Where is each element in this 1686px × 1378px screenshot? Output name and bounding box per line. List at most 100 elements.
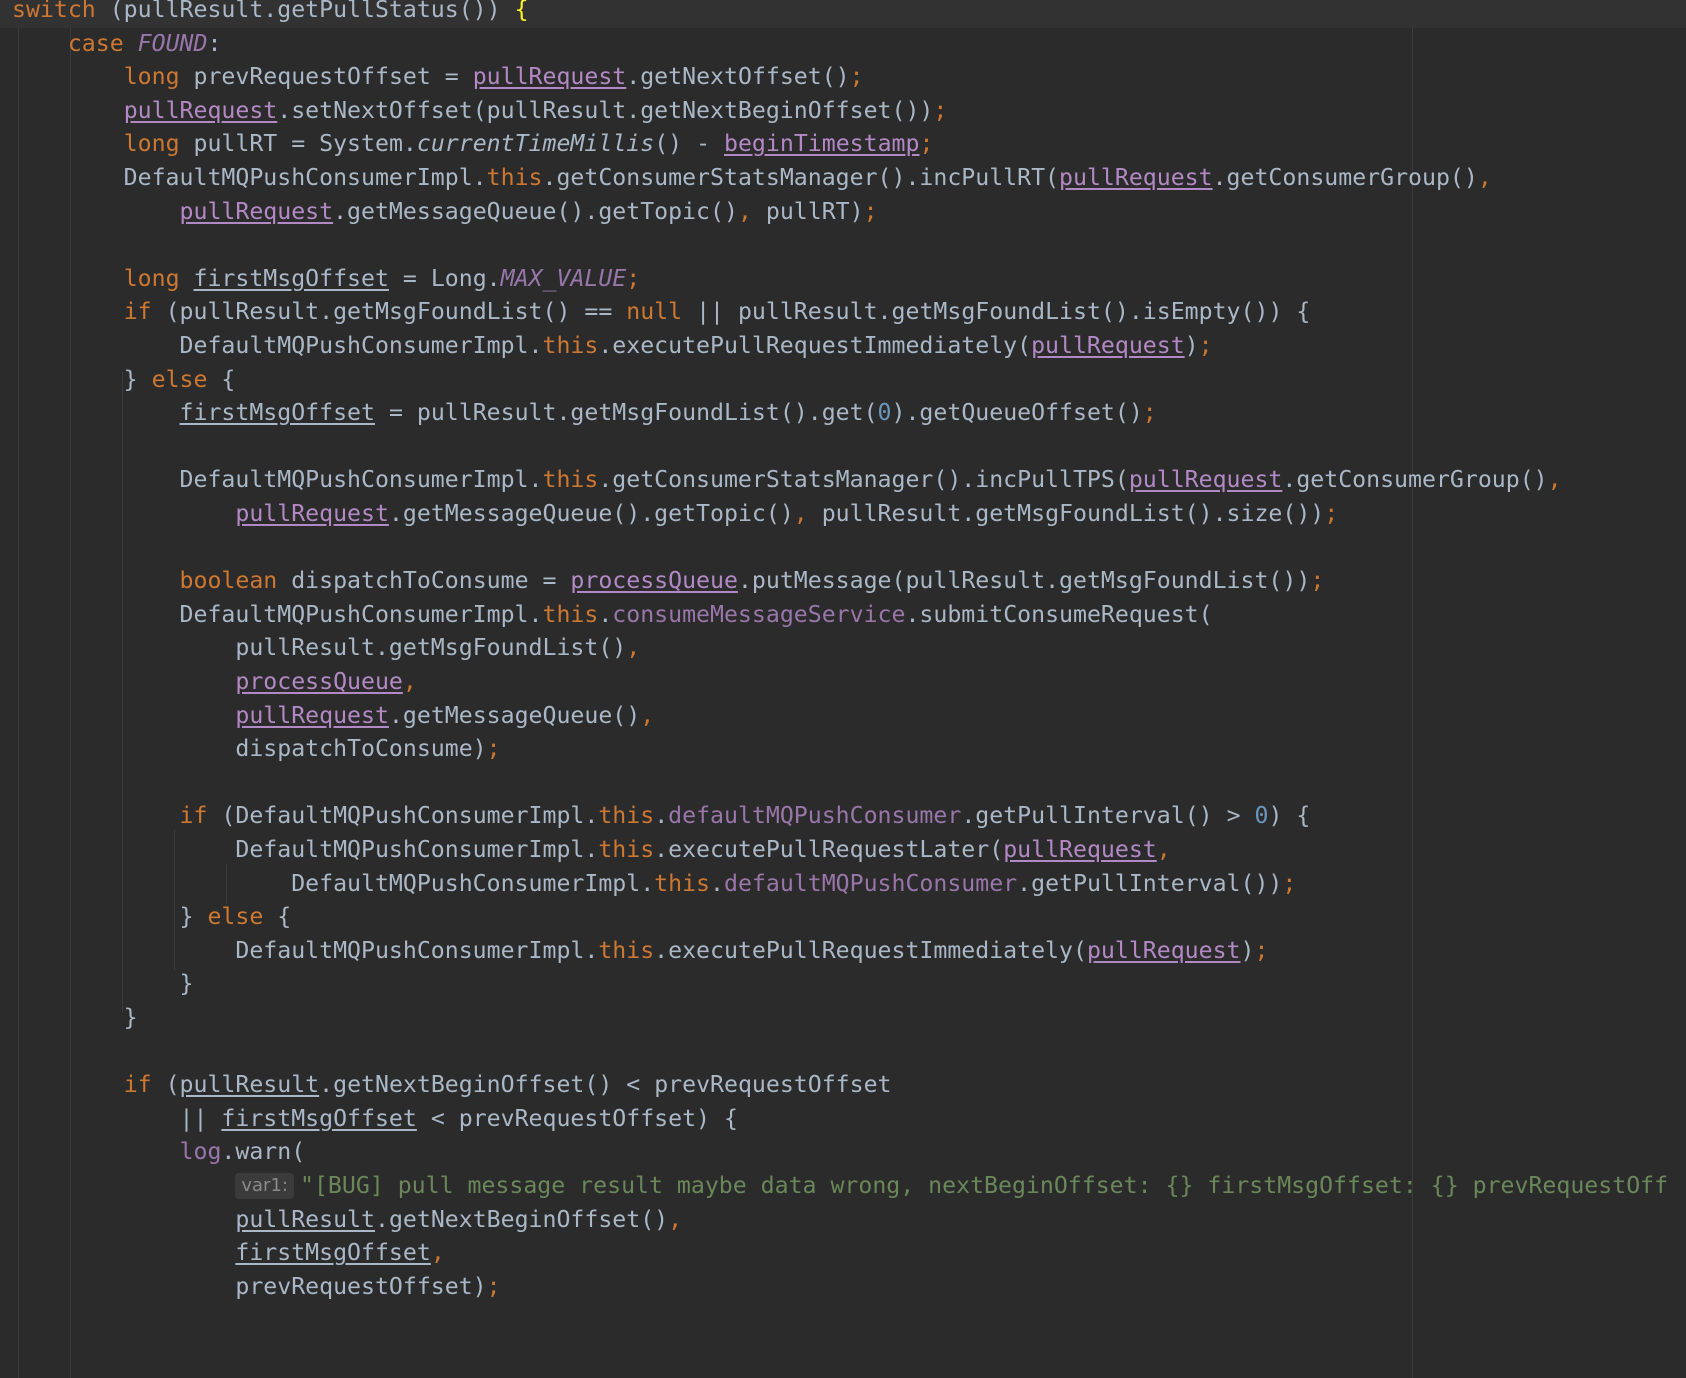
- code-token: firstMsgOffset: [235, 1239, 431, 1267]
- code-editor[interactable]: switch (pullResult.getPullStatus()) { ca…: [0, 0, 1686, 1378]
- code-line[interactable]: pullResult.getMsgFoundList(),: [12, 630, 640, 666]
- code-token: DefaultMQPushConsumerImpl.: [12, 164, 487, 191]
- code-line[interactable]: if (pullResult.getMsgFoundList() == null…: [12, 294, 1311, 330]
- code-line[interactable]: if (DefaultMQPushConsumerImpl.this.defau…: [12, 798, 1311, 834]
- code-line[interactable]: long firstMsgOffset = Long.MAX_VALUE;: [12, 261, 641, 297]
- code-token: ,: [793, 500, 822, 527]
- code-token: :: [207, 29, 222, 57]
- code-token: .getMessageQueue().getTopic(): [333, 197, 738, 225]
- code-token: ,: [626, 634, 641, 662]
- code-token: ).getQueueOffset(): [891, 399, 1143, 427]
- code-line[interactable]: } else {: [12, 899, 292, 935]
- code-line[interactable]: boolean dispatchToConsume = processQueue…: [12, 563, 1325, 599]
- code-token: .setNextOffset(pullResult.getNextBeginOf…: [277, 96, 934, 124]
- code-line[interactable]: DefaultMQPushConsumerImpl.this.getConsum…: [12, 462, 1562, 498]
- code-token: 0: [877, 399, 892, 427]
- code-token: .executePullRequestImmediately(: [654, 936, 1087, 964]
- code-token: () -: [654, 130, 725, 158]
- code-token: = pullResult.getMsgFoundList().get(: [374, 399, 878, 427]
- code-token: this: [486, 164, 543, 191]
- code-token: }: [12, 1004, 138, 1031]
- code-token: long: [123, 264, 194, 292]
- code-token: ,: [737, 197, 766, 225]
- code-token: DefaultMQPushConsumerImpl.: [12, 600, 543, 628]
- code-line[interactable]: pullRequest.getMessageQueue().getTopic()…: [12, 194, 878, 230]
- code-token: pullRequest: [1059, 164, 1213, 191]
- code-token: ,: [640, 701, 655, 729]
- code-line[interactable]: } else {: [12, 362, 236, 398]
- code-token: pullResult.getMsgFoundList().size()): [821, 500, 1325, 527]
- code-line[interactable]: DefaultMQPushConsumerImpl.this.consumeMe…: [12, 597, 1213, 633]
- code-line[interactable]: dispatchToConsume);: [12, 731, 500, 767]
- code-token: MAX_VALUE: [500, 264, 627, 292]
- code-line[interactable]: switch (pullResult.getPullStatus()) {: [0, 0, 1686, 28]
- code-token: .getConsumerGroup(): [1212, 164, 1478, 191]
- code-token: ,: [668, 1205, 683, 1233]
- code-token: long: [123, 130, 194, 158]
- code-token: ;: [626, 264, 641, 292]
- code-token: ;: [863, 197, 878, 225]
- code-token: = Long.: [388, 264, 501, 292]
- code-line[interactable]: DefaultMQPushConsumerImpl.this.defaultMQ…: [12, 866, 1296, 902]
- code-line[interactable]: long prevRequestOffset = pullRequest.get…: [12, 59, 864, 95]
- code-token: pullResult.getMsgFoundList(): [12, 634, 627, 662]
- code-token: pullRequest: [235, 500, 389, 527]
- code-token: }: [12, 903, 208, 931]
- code-line[interactable]: var1: "[BUG] pull message result maybe da…: [12, 1168, 1668, 1204]
- code-line[interactable]: pullRequest.setNextOffset(pullResult.get…: [12, 93, 948, 129]
- code-token: }: [12, 365, 152, 393]
- code-token: currentTimeMillis: [416, 130, 655, 158]
- code-token: (: [165, 1071, 180, 1099]
- code-token: this: [654, 869, 711, 897]
- code-line[interactable]: }: [12, 1000, 138, 1036]
- code-token: pullRequest: [235, 701, 389, 729]
- code-token: pullRT): [765, 197, 864, 225]
- code-token: consumeMessageService: [612, 600, 906, 628]
- code-line[interactable]: || firstMsgOffset < prevRequestOffset) {: [12, 1101, 738, 1137]
- code-line[interactable]: prevRequestOffset);: [12, 1269, 500, 1305]
- code-line[interactable]: log.warn(: [12, 1134, 306, 1170]
- code-token: this: [542, 600, 599, 628]
- code-token: defaultMQPushConsumer: [723, 869, 1018, 897]
- code-token: (pullResult.getPullStatus()): [95, 0, 515, 23]
- code-token: || pullResult.getMsgFoundList().isEmpty(…: [696, 298, 1311, 326]
- code-line[interactable]: long pullRT = System.currentTimeMillis()…: [12, 126, 934, 162]
- code-line[interactable]: if (pullResult.getNextBeginOffset() < pr…: [12, 1067, 892, 1103]
- code-line[interactable]: firstMsgOffset = pullResult.getMsgFoundL…: [12, 395, 1157, 431]
- code-line[interactable]: pullRequest.getMessageQueue().getTopic()…: [12, 496, 1338, 532]
- code-token: (DefaultMQPushConsumerImpl.: [221, 802, 599, 830]
- code-token: .executePullRequestLater(: [654, 836, 1004, 863]
- code-line[interactable]: }: [12, 966, 194, 1002]
- code-token: processQueue: [235, 668, 403, 695]
- code-token: .getPullInterval() >: [961, 802, 1255, 830]
- code-token: .: [654, 802, 669, 830]
- code-line[interactable]: pullRequest.getMessageQueue(),: [12, 698, 654, 734]
- code-line[interactable]: case FOUND:: [12, 26, 222, 62]
- code-token: processQueue: [570, 567, 738, 595]
- code-line[interactable]: DefaultMQPushConsumerImpl.this.executePu…: [12, 933, 1268, 969]
- code-token: pullRequest: [1086, 936, 1241, 964]
- code-token: this: [542, 466, 599, 494]
- parameter-hint: var1:: [235, 1173, 294, 1199]
- code-line[interactable]: DefaultMQPushConsumerImpl.this.getConsum…: [12, 160, 1492, 196]
- code-token: .getConsumerStatsManager().incPullRT(: [542, 164, 1060, 191]
- code-line[interactable]: firstMsgOffset,: [12, 1235, 444, 1271]
- code-line[interactable]: DefaultMQPushConsumerImpl.this.executePu…: [12, 328, 1213, 364]
- code-token: ;: [1198, 332, 1213, 359]
- code-token: ,: [1547, 466, 1562, 494]
- code-line[interactable]: DefaultMQPushConsumerImpl.this.executePu…: [12, 832, 1170, 868]
- code-line[interactable]: processQueue,: [12, 664, 417, 700]
- code-line[interactable]: pullResult.getNextBeginOffset(),: [12, 1202, 682, 1238]
- code-token: ,: [402, 668, 417, 695]
- code-token: this: [598, 802, 655, 830]
- code-token: DefaultMQPushConsumerImpl.: [12, 332, 543, 359]
